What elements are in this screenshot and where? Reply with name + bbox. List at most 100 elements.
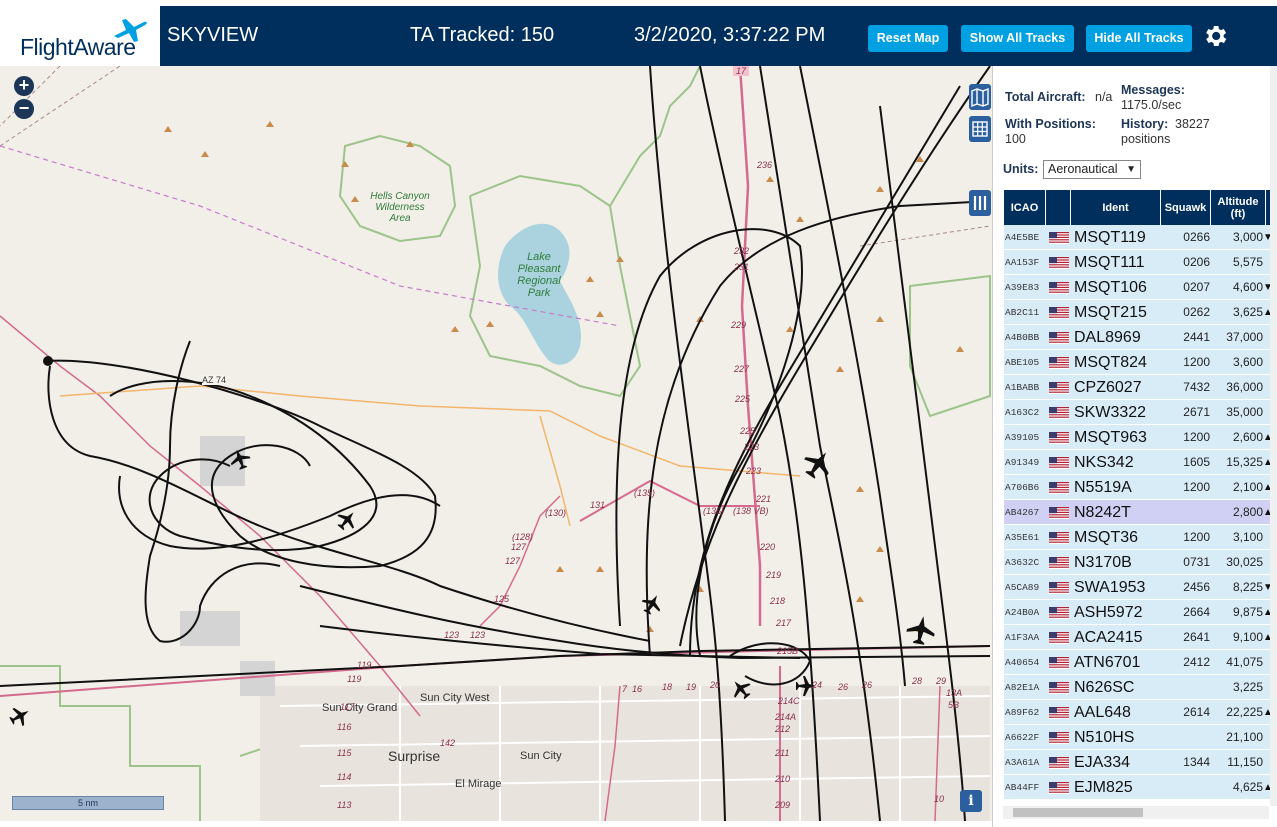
- zoom-in-button[interactable]: +: [14, 76, 34, 96]
- column-toggle-button[interactable]: [969, 190, 991, 216]
- route-127: 127: [511, 542, 527, 552]
- table-row[interactable]: AB44FF EJM825 4,625 ▲: [1004, 775, 1273, 800]
- table-row[interactable]: A1F3AA ACA2415 2641 9,100 ▲: [1004, 625, 1273, 650]
- table-row[interactable]: A35E61 MSQT36 1200 3,100: [1004, 525, 1270, 550]
- table-row[interactable]: AB2C11 MSQT215 0262 3,625 ▲: [1004, 300, 1273, 325]
- label-sun-city: Sun City: [520, 750, 562, 762]
- table-row[interactable]: A163C2 SKW3322 2671 35,000: [1004, 400, 1270, 425]
- route-227: 227: [734, 364, 750, 374]
- altitude-cell: 3,225: [1232, 680, 1263, 694]
- icao-cell: A163C2: [1005, 407, 1040, 418]
- squawk-cell: [1162, 675, 1210, 700]
- hide-all-tracks-button[interactable]: Hide All Tracks: [1086, 25, 1192, 52]
- zoom-out-button[interactable]: −: [14, 99, 34, 119]
- col-icao[interactable]: ICAO: [1004, 190, 1046, 225]
- route-7: 7: [622, 684, 628, 694]
- scrollbar-thumb[interactable]: [1013, 808, 1143, 817]
- label-el-mirage: El Mirage: [455, 778, 502, 790]
- altitude-cell: 11,150: [1227, 755, 1263, 769]
- show-all-tracks-button[interactable]: Show All Tracks: [961, 25, 1074, 52]
- squawk-cell: 0731: [1183, 555, 1210, 569]
- us-flag-icon: [1049, 450, 1069, 475]
- ident-cell: ATN6701: [1074, 654, 1141, 671]
- table-row[interactable]: A4B0BB DAL8969 2441 37,000: [1004, 325, 1270, 350]
- icao-cell: A5CA89: [1005, 582, 1040, 593]
- table-row[interactable]: A82E1A N626SC 3,225: [1004, 675, 1270, 700]
- ident-cell: ACA2415: [1074, 629, 1143, 646]
- us-flag-icon: [1049, 700, 1069, 725]
- route-236: 236: [757, 160, 773, 170]
- us-flag-icon: [1049, 525, 1069, 550]
- reset-map-button[interactable]: Reset Map: [868, 25, 948, 52]
- squawk-cell: 2456: [1183, 580, 1210, 594]
- route-123b: 123: [470, 630, 486, 640]
- icao-cell: A82E1A: [1005, 682, 1040, 693]
- gear-icon[interactable]: [1201, 22, 1229, 50]
- us-flag-icon: [1049, 550, 1069, 575]
- map-canvas[interactable]: Hells Canyon Wilderness Area Lake Pleasa…: [0, 66, 992, 821]
- us-flag-icon: [1049, 475, 1069, 500]
- col-ident[interactable]: Ident: [1071, 190, 1161, 225]
- icao-cell: A35E61: [1005, 532, 1040, 543]
- grid-overlay-button[interactable]: [969, 116, 991, 142]
- altitude-cell: 35,000: [1226, 405, 1263, 419]
- info-button[interactable]: i: [960, 790, 982, 812]
- table-row[interactable]: A24B0A ASH5972 2664 9,875 ▲: [1004, 600, 1273, 625]
- table-row[interactable]: A6622F N510HS 21,100: [1004, 725, 1270, 750]
- map-layers-button[interactable]: [969, 84, 991, 110]
- table-row[interactable]: A706B6 N5519A 1200 2,100 ▲: [1004, 475, 1273, 500]
- altitude-cell: 9,875: [1232, 605, 1263, 619]
- table-row[interactable]: A4E5BE MSQT119 0266 3,000 ▼: [1004, 225, 1273, 250]
- messages-value: 1175.0/sec: [1121, 98, 1182, 112]
- table-row[interactable]: AB4267 N8242T 2,800 ▲: [1004, 500, 1273, 525]
- route-16: 16: [632, 684, 643, 694]
- ident-cell: MSQT36: [1074, 529, 1139, 546]
- col-squawk[interactable]: Squawk: [1161, 190, 1211, 225]
- ident-cell: N3170B: [1074, 554, 1132, 571]
- route-135: (135): [634, 488, 656, 498]
- route-123: 123: [444, 630, 460, 640]
- us-flag-icon: [1049, 325, 1069, 350]
- table-row[interactable]: A91349 NKS342 1605 15,325 ▲: [1004, 450, 1273, 475]
- altitude-cell: 21,100: [1226, 730, 1263, 744]
- grid-icon: [972, 121, 988, 137]
- icao-cell: A706B6: [1005, 482, 1040, 493]
- table-row[interactable]: A39105 MSQT963 1200 2,600 ▲: [1004, 425, 1273, 450]
- aircraft-table: ICAO Ident Squawk Altitude (ft) A4E5BE MS…: [1004, 190, 1273, 800]
- altitude-cell: 2,100: [1232, 480, 1263, 494]
- route-218: 218: [770, 596, 786, 606]
- altitude-cell: 36,000: [1226, 380, 1263, 394]
- table-row[interactable]: AA153F MSQT111 0206 5,575: [1004, 250, 1270, 275]
- route-113: 113: [337, 800, 352, 810]
- table-row[interactable]: A39E83 MSQT106 0207 4,600 ▼: [1004, 275, 1273, 300]
- route-19: 19: [686, 682, 697, 692]
- units-select[interactable]: Aeronautical ▼: [1043, 160, 1141, 179]
- label-hells-canyon: Hells Canyon Wilderness Area: [370, 191, 430, 224]
- table-row[interactable]: A3632C N3170B 0731 30,025: [1004, 550, 1270, 575]
- ident-cell: N510HS: [1074, 729, 1135, 746]
- ident-cell: MSQT824: [1074, 354, 1147, 371]
- table-row[interactable]: A1BABB CPZ6027 7432 36,000: [1004, 375, 1270, 400]
- ident-cell: MSQT119: [1074, 229, 1146, 246]
- us-flag-icon: [1049, 750, 1069, 775]
- squawk-cell: 0266: [1183, 230, 1210, 244]
- icao-cell: A3A61A: [1005, 757, 1040, 768]
- altitude-cell: 4,600: [1232, 280, 1263, 294]
- logo-plane-icon: [114, 19, 147, 42]
- table-row[interactable]: A89F62 AAL648 2614 22,225 ▲: [1004, 700, 1273, 725]
- datetime: 3/2/2020, 3:37:22 PM: [634, 24, 826, 46]
- vertical-scrollbar[interactable]: [1270, 66, 1277, 806]
- table-row[interactable]: A40654 ATN6701 2412 41,075: [1004, 650, 1270, 675]
- route-211: 211: [775, 748, 790, 758]
- horizontal-scrollbar[interactable]: [1003, 806, 1269, 819]
- flightaware-logo[interactable]: FlightAware: [4, 6, 160, 66]
- table-row[interactable]: A5CA89 SWA1953 2456 8,225 ▼: [1004, 575, 1273, 600]
- table-row[interactable]: A3A61A EJA334 1344 11,150: [1004, 750, 1270, 775]
- col-altitude[interactable]: Altitude (ft): [1211, 190, 1266, 225]
- us-flag-icon: [1049, 575, 1069, 600]
- ta-tracked: TA Tracked: 150: [410, 24, 555, 46]
- route-131: 131: [590, 500, 606, 510]
- table-row[interactable]: ABE105 MSQT824 1200 3,600: [1004, 350, 1270, 375]
- route-20: 20: [710, 680, 721, 690]
- col-flag[interactable]: [1046, 190, 1071, 225]
